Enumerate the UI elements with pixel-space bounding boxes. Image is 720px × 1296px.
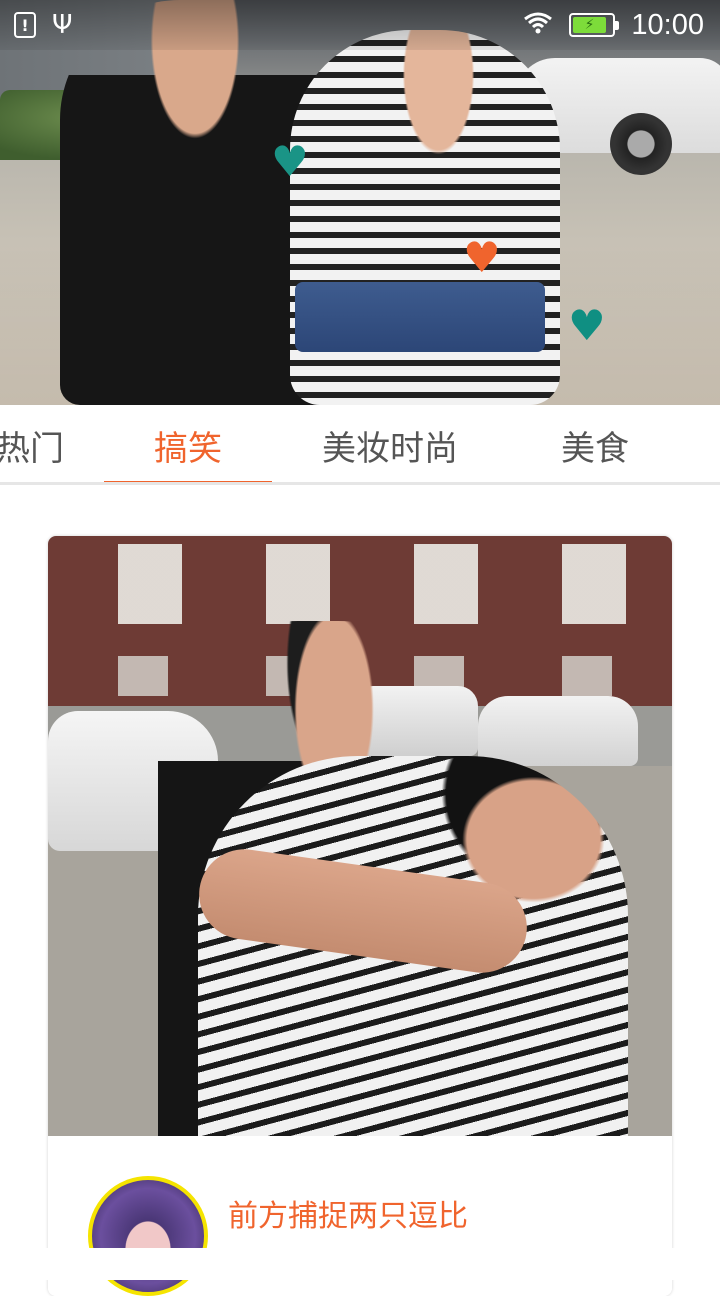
tab-food[interactable]: 美食 (520, 405, 670, 482)
wifi-icon (523, 11, 553, 40)
parked-car (478, 696, 638, 766)
heart-icon: ♥ (463, 233, 501, 282)
hero-video[interactable]: ♥ ♥ ♥ (0, 0, 720, 405)
status-bar: ! Ψ ⚡ 10:00 (0, 0, 720, 50)
video-thumbnail[interactable] (48, 536, 672, 1136)
car-wheel (610, 113, 672, 175)
clock: 10:00 (631, 8, 704, 41)
alert-icon: ! (14, 12, 36, 38)
tab-active-indicator (104, 481, 272, 482)
building-windows (118, 544, 658, 624)
card-title[interactable]: 前方捕捉两只逗比 (228, 1191, 468, 1235)
usb-icon: Ψ (52, 10, 73, 40)
tab-funny[interactable]: 搞笑 (104, 405, 272, 482)
video-card[interactable]: 前方捕捉两只逗比 (48, 536, 672, 1296)
category-tabs: 热门 搞笑 美妆时尚 美食 (0, 405, 720, 485)
battery-level: ⚡ (573, 17, 606, 33)
screen-bottom-edge (0, 1248, 720, 1280)
tab-beauty-fashion[interactable]: 美妆时尚 (300, 405, 480, 482)
heart-icon: ♥ (568, 301, 606, 350)
battery-charging-icon: ⚡ (569, 13, 620, 37)
heart-icon: ♥ (271, 137, 309, 186)
tab-hot[interactable]: 热门 (0, 405, 90, 482)
video-person-shorts (295, 282, 545, 352)
